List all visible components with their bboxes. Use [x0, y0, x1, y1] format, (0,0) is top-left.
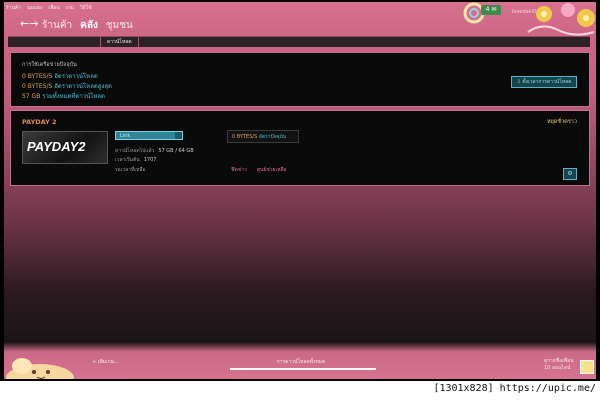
download-status-text[interactable]: การดาวน์โหลดทั้งหมด — [226, 358, 376, 366]
add-game-link[interactable]: + เพิ่มเกม... — [92, 358, 119, 366]
plus-icon: + — [92, 359, 97, 365]
avatar[interactable] — [580, 360, 594, 374]
pause-button[interactable]: หยุดชั่วคราว — [547, 118, 577, 126]
peak-rate-value: 0 BYTES/S — [22, 83, 53, 90]
watermark-text: [1301x828] https://upic.me/ — [433, 383, 596, 394]
time-value: 1707 — [143, 157, 157, 163]
nav-store[interactable]: ร้านค้า — [42, 18, 72, 33]
steam-client: ร้านค้า มุมมอง เพื่อน เกม วิธีใช้ ←→ ร้า… — [4, 2, 596, 379]
forward-arrow-icon[interactable]: → — [29, 17, 38, 30]
menu-item-games[interactable]: เกม — [66, 4, 74, 12]
top-menu: ร้านค้า มุมมอง เพื่อน เกม วิธีใช้ — [6, 4, 92, 12]
add-game-label: เพิ่มเกม... — [97, 359, 119, 365]
schedule-downloads-button[interactable]: ⇩ ตั้งเวลาการดาวน์โหลด — [511, 76, 577, 88]
download-item: PAYDAY 2 หยุดชั่วคราว PAYDAY2 Link ดาวน์… — [10, 110, 590, 186]
downloaded-row: ดาวน์โหลดไปแล้ว 57 GB / 64 GB — [115, 147, 194, 155]
total-downloaded-label: รวมทั้งหมดที่ดาวน์โหลด — [42, 93, 105, 100]
nav-community[interactable]: ชุมชน — [106, 18, 133, 33]
game-rate-value: 0 BYTES/S — [232, 134, 258, 140]
back-arrow-icon[interactable]: ← — [20, 17, 29, 30]
total-downloaded-line: 57 GB รวมทั้งหมดที่ดาวน์โหลด — [22, 91, 105, 101]
envelope-icon: ✉ — [491, 6, 497, 13]
news-link[interactable]: ฟีดข่าว — [231, 166, 247, 174]
footer-progress-fill — [230, 368, 376, 370]
current-rate-label: อัตราดาวน์โหลด — [54, 73, 98, 80]
friends-online: 10 ออนไลน์ — [544, 365, 571, 371]
download-progress-bar: Link — [115, 131, 183, 140]
current-rate-value: 0 BYTES/S — [22, 73, 53, 80]
main-nav: ร้านค้า คลัง ชุมชน — [42, 18, 133, 33]
mascot-decoration-icon — [6, 358, 74, 379]
game-rate-label: อัตราปัจจุบัน — [258, 134, 287, 140]
total-downloaded-value: 57 GB — [22, 93, 41, 100]
network-summary-panel: การใช้เครือข่ายปัจจุบัน 0 BYTES/S อัตราด… — [10, 52, 590, 107]
nav-arrows: ←→ — [20, 17, 38, 30]
notify-count: 4 — [485, 6, 490, 13]
progress-label: Link — [120, 133, 131, 139]
peak-rate-label: อัตราดาวน์โหลดสูงสุด — [54, 83, 112, 90]
nav-library[interactable]: คลัง — [80, 18, 98, 33]
game-banner[interactable]: PAYDAY2 — [22, 131, 108, 164]
network-usage-title: การใช้เครือข่ายปัจจุบัน — [22, 62, 77, 68]
notification-badge[interactable]: 4 ✉ — [481, 5, 501, 15]
remaining-row: รอเวลาที่เหลือ — [115, 166, 145, 174]
support-link[interactable]: ศูนย์ช่วยเหลือ — [257, 166, 287, 174]
current-rate-box: 0 BYTES/S อัตราปัจจุบัน — [227, 130, 299, 143]
menu-item-friends[interactable]: เพื่อน — [48, 4, 59, 12]
footer-progress-bar — [230, 368, 376, 370]
menu-item-store[interactable]: ร้านค้า — [6, 4, 21, 12]
menu-item-view[interactable]: มุมมอง — [27, 4, 42, 12]
flower-decoration-icon — [527, 3, 595, 36]
remaining-label: รอเวลาที่เหลือ — [115, 167, 146, 173]
banner-text: PAYDAY2 — [27, 139, 86, 154]
downloaded-value: 57 GB / 64 GB — [158, 148, 194, 154]
menu-item-help[interactable]: วิธีใช้ — [80, 4, 92, 12]
game-settings-button[interactable]: ⚙ — [563, 168, 577, 180]
time-label: เวลาเริ่มต้น — [115, 157, 140, 163]
game-title[interactable]: PAYDAY 2 — [22, 118, 57, 126]
download-icon: ⇩ — [516, 79, 521, 85]
time-row: เวลาเริ่มต้น 1707 — [115, 156, 156, 164]
sub-tab-strip: ดาวน์โหลด — [8, 36, 590, 47]
game-links: ฟีดข่าว ศูนย์ช่วยเหลือ — [231, 166, 287, 174]
friends-panel[interactable]: ดูรายชื่อเพื่อน 10 ออนไลน์ — [544, 358, 574, 372]
peak-rate-line: 0 BYTES/S อัตราดาวน์โหลดสูงสุด — [22, 81, 112, 91]
app-window: ร้านค้า มุมมอง เพื่อน เกม วิธีใช้ ←→ ร้า… — [0, 0, 600, 381]
tab-downloads[interactable]: ดาวน์โหลด — [100, 37, 139, 47]
downloaded-label: ดาวน์โหลดไปแล้ว — [115, 148, 155, 154]
gear-icon: ⚙ — [567, 170, 573, 177]
current-rate-line: 0 BYTES/S อัตราดาวน์โหลด — [22, 71, 98, 81]
friends-label: ดูรายชื่อเพื่อน — [544, 358, 574, 364]
schedule-button-label: ตั้งเวลาการดาวน์โหลด — [522, 79, 572, 85]
